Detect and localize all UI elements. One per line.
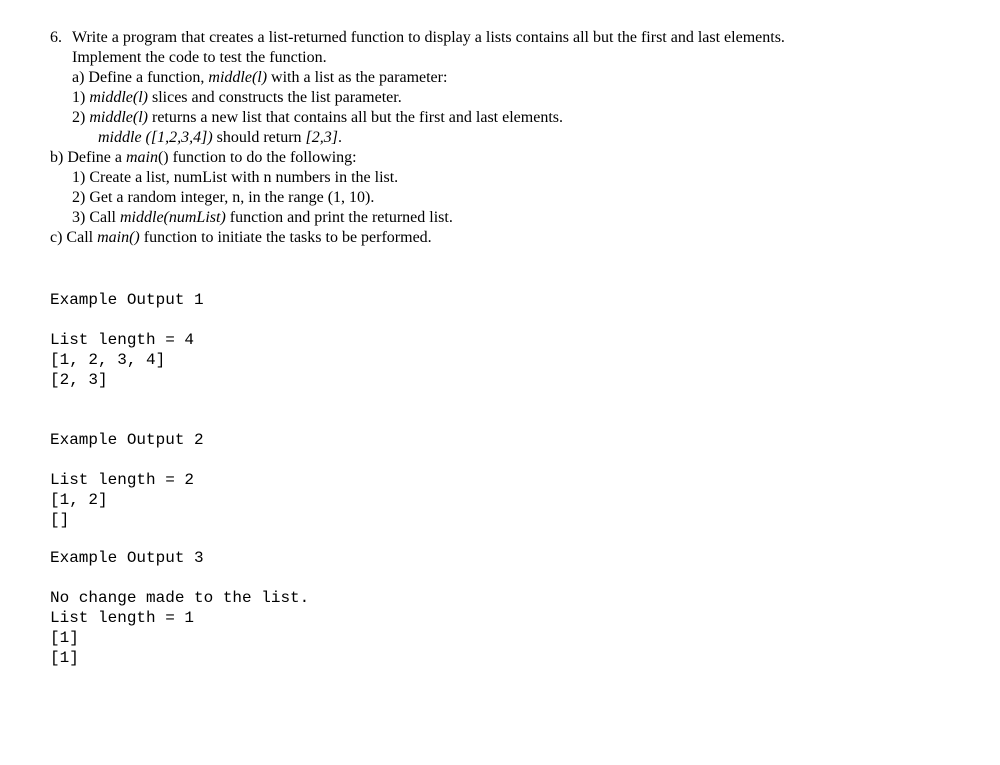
part-a-example-mid: should return [213,129,306,146]
part-a-example-end: . [338,129,342,146]
part-a1-label: 1) [72,89,89,106]
part-a-example: middle ([1,2,3,4]) should return [2,3]. [72,128,950,148]
part-a-tail: with a list as the parameter: [267,69,447,86]
part-b-tail: () function to do the following: [158,149,357,166]
part-a1-func: middle(l) [89,89,148,106]
part-b2: 2) Get a random integer, n, in the range… [50,188,950,208]
part-a-func: middle(l) [208,69,267,86]
example-output-3-body: No change made to the list. List length … [50,588,950,668]
ex1-line3: [2, 3] [50,370,950,390]
part-a2: 2) middle(l) returns a new list that con… [72,108,950,128]
part-b-func: main [126,149,158,166]
part-a2-tail: returns a new list that contains all but… [148,109,563,126]
part-a-example-func: middle ([1,2,3,4]) [98,129,213,146]
part-a: a) Define a function, middle(l) with a l… [72,68,950,88]
problem-number: 6. [50,28,62,48]
example-output-2-title: Example Output 2 [50,430,950,450]
part-b3: 3) Call middle(numList) function and pri… [50,208,950,228]
part-a2-label: 2) [72,109,89,126]
part-a-example-ret: [2,3] [306,129,338,146]
example-output-3-title: Example Output 3 [50,548,950,568]
problem-block: 6. Write a program that creates a list-r… [50,28,950,668]
part-b3-func: middle(numList) [120,209,226,226]
ex2-line3: [] [50,510,950,530]
part-b: b) Define a main() function to do the fo… [50,148,950,168]
ex3-line2: List length = 1 [50,608,950,628]
example-output-1-title: Example Output 1 [50,290,950,310]
ex3-line4: [1] [50,648,950,668]
part-c-label: c) Call [50,229,97,246]
problem-line1: Write a program that creates a list-retu… [72,28,950,48]
part-c-tail: function to initiate the tasks to be per… [140,229,432,246]
ex1-line1: List length = 4 [50,330,950,350]
part-a1: 1) middle(l) slices and constructs the l… [72,88,950,108]
part-c: c) Call main() function to initiate the … [50,228,950,248]
part-b-label: b) Define a [50,149,126,166]
part-a2-func: middle(l) [89,109,148,126]
part-a-label: a) Define a function, [72,69,208,86]
part-c-func: main() [97,229,140,246]
ex3-line1: No change made to the list. [50,588,950,608]
example-output-2-body: List length = 2 [1, 2] [] [50,470,950,530]
part-a1-tail: slices and constructs the list parameter… [148,89,402,106]
part-b1: 1) Create a list, numList with n numbers… [50,168,950,188]
ex2-line2: [1, 2] [50,490,950,510]
ex1-line2: [1, 2, 3, 4] [50,350,950,370]
example-output-1-body: List length = 4 [1, 2, 3, 4] [2, 3] [50,330,950,390]
problem-line2: Implement the code to test the function. [72,48,950,68]
ex3-line3: [1] [50,628,950,648]
ex2-line1: List length = 2 [50,470,950,490]
output-section: Example Output 1 List length = 4 [1, 2, … [50,290,950,668]
part-b3-tail: function and print the returned list. [226,209,453,226]
part-b-wrap: b) Define a main() function to do the fo… [50,148,950,248]
part-b3-label: 3) Call [72,209,120,226]
problem-body: Write a program that creates a list-retu… [50,28,950,668]
